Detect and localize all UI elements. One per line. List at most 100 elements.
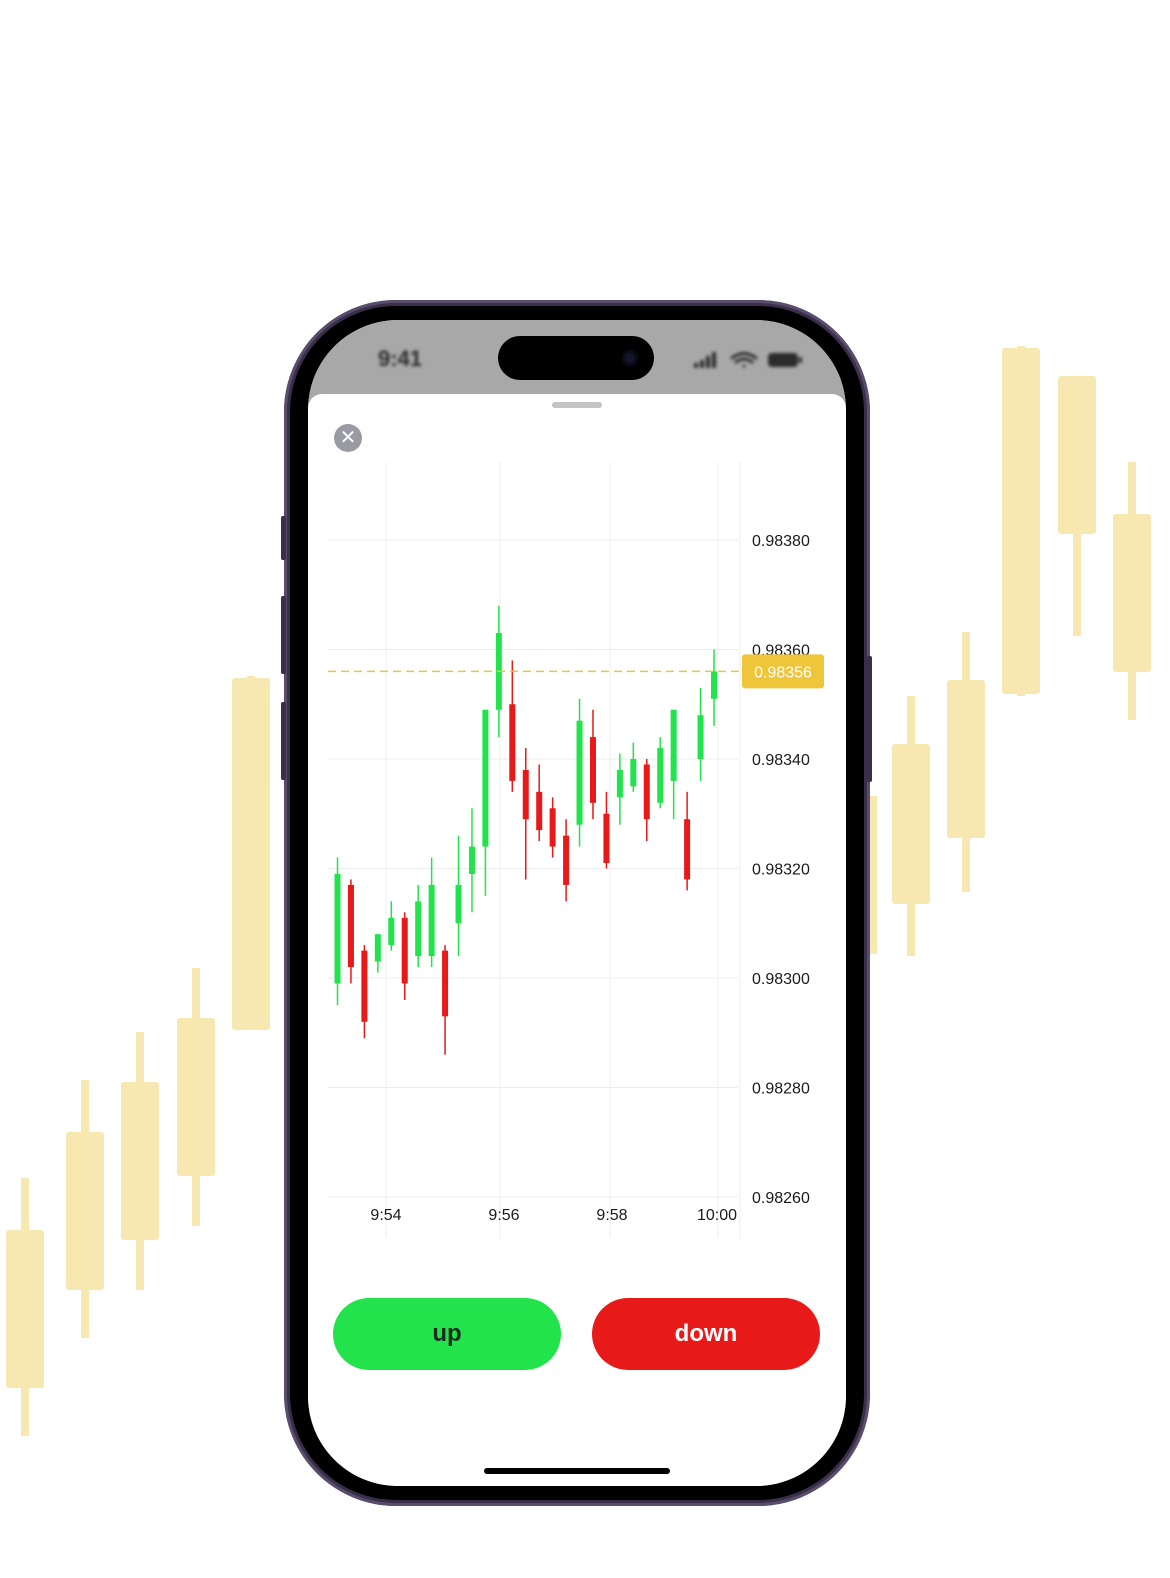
y-tick-label: 0.98340 [752,752,810,769]
candle-up [711,649,717,727]
background-candle-body [1058,376,1096,534]
candle-up [468,808,475,913]
phone-screen: 9:41 ✕ 0.98380 0.98360 0.98340 0.98320 0… [308,320,846,1486]
background-candle [1058,376,1096,636]
candle-up [334,857,341,1006]
candle-down [563,819,570,902]
x-tick-label: 9:56 [488,1207,519,1224]
candle-down [401,912,408,1000]
background-candle [1113,462,1151,720]
background-candle-body [892,744,930,904]
candle-up [697,687,704,781]
candle-body [468,846,475,874]
background-candle [1002,346,1040,696]
candle-down [509,660,516,792]
background-candle [177,968,215,1226]
background-candle [6,1178,44,1436]
candle-up [576,698,583,847]
down-button[interactable]: down [592,1298,820,1370]
candle-down [643,759,650,842]
candle-down [536,764,543,842]
candle-body [415,901,422,957]
background-candle-body [6,1230,44,1388]
phone-side-button [281,516,286,560]
background-candle [232,676,270,1030]
candle-body [643,764,650,820]
y-tick-label: 0.98320 [752,862,810,879]
close-icon: ✕ [339,427,357,449]
candle-body [657,748,664,803]
candle-body [563,835,570,885]
candle-up [630,742,637,792]
candle-down [589,709,596,820]
candle-body [630,759,637,787]
candle-body [374,934,381,962]
up-button[interactable]: up [333,1298,561,1370]
background-candle-body [1113,514,1151,672]
candlestick-chart: 0.983800.983600.983400.983200.983000.982… [328,462,824,1238]
status-icons [694,352,802,368]
background-candle-body [66,1132,104,1290]
candle-body [361,950,368,1022]
cellular-signal-icon [694,352,716,368]
status-time: 9:41 [378,346,423,371]
candle-down [361,945,368,1039]
y-tick-label: 0.98300 [752,971,810,988]
candle-up [428,857,435,968]
background-candle [892,696,930,956]
y-tick-label: 0.98260 [752,1190,810,1207]
candle-up [415,884,422,968]
candle-down [549,797,556,858]
candle-body [388,917,395,946]
background-candle-body [947,680,985,838]
candle-down [603,791,610,869]
candle-body [549,808,556,847]
candle-down [347,879,354,984]
candle-body [428,884,435,957]
candle-down [684,791,691,891]
candle-body [522,769,529,820]
candle-body [670,709,677,781]
dynamic-island [498,336,654,380]
candle-up [657,737,664,809]
close-button[interactable]: ✕ [334,424,362,452]
candle-body [347,884,354,968]
candle-body [589,737,596,803]
battery-icon [768,353,802,367]
x-tick-label: 9:58 [596,1207,627,1224]
sheet-grabber[interactable] [552,402,602,408]
candle-body [616,769,623,798]
phone-volume-up-button [281,596,286,674]
candle-down [522,748,529,880]
candle-body [576,720,583,825]
candle-body [334,873,341,984]
background-candle-body [232,678,270,1030]
y-tick-label: 0.98380 [752,533,810,550]
background-candle-body [1002,348,1040,694]
candle-body [711,671,717,699]
background-candle-body [121,1082,159,1240]
candle-body [536,791,543,831]
background-candle [121,1032,159,1290]
wifi-icon [730,352,758,368]
candle-up [455,835,462,957]
candle-body [697,715,704,759]
candle-body [509,704,516,781]
candle-body [603,813,610,864]
home-indicator [484,1468,670,1474]
candle-body [442,950,449,1017]
candle-body [401,917,408,984]
x-tick-label: 9:54 [370,1207,401,1224]
candle-body [482,709,489,847]
background-candle [869,796,877,954]
candle-up [388,901,395,951]
candle-down [442,945,449,1055]
candle-up [482,709,489,896]
candle-up [616,753,623,825]
background-candle [66,1080,104,1338]
phone-power-button [867,656,872,782]
candle-up [670,709,677,820]
y-tick-label: 0.98280 [752,1081,810,1098]
camera-icon [622,350,638,366]
trade-sheet: ✕ 0.98380 0.98360 0.98340 0.98320 0.98300 0.9… [308,394,846,1486]
